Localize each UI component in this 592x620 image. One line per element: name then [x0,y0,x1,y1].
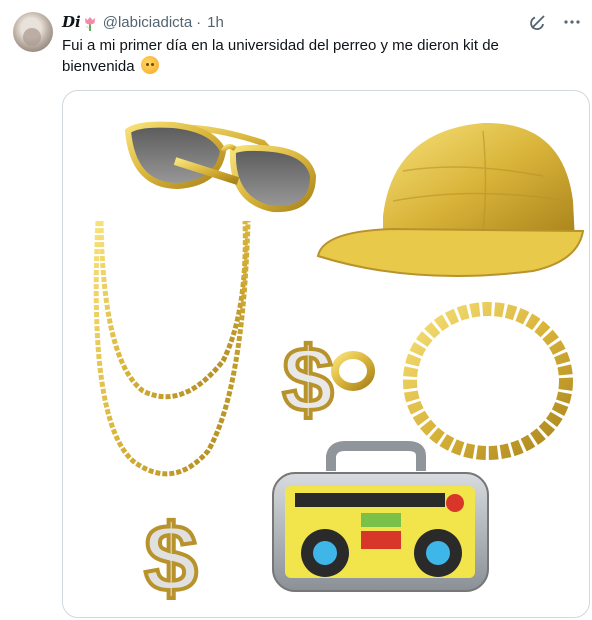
svg-text:$: $ [144,505,197,612]
tweet-actions [528,12,582,32]
sunglasses-item [124,121,317,213]
separator-dot: · [196,13,202,31]
boombox-item [272,441,489,592]
tweet-header: Di @labiciadicta · 1h [62,12,224,32]
gold-cap-item [316,122,585,277]
dollar-necklace-item [93,220,251,511]
grok-icon[interactable] [528,12,548,32]
dollar-pendant: $ [142,503,199,614]
timestamp[interactable]: 1h [207,14,224,31]
chain-bracelet-item [403,302,573,460]
tweet[interactable]: Di @labiciadicta · 1h Fui a mi primer dí… [0,0,592,620]
author-handle[interactable]: @labiciadicta [103,14,192,31]
tweet-text: Fui a mi primer día en la universidad de… [62,36,562,77]
svg-text:$: $ [282,329,333,431]
kit-illustration: $ $ [93,121,585,614]
author-name[interactable]: Di [62,13,81,31]
tulip-emoji-icon [83,16,97,32]
dollar-ring-item: $ [280,327,375,433]
more-options-icon[interactable] [562,12,582,32]
avatar[interactable] [13,12,53,52]
tweet-text-content: Fui a mi primer día en la universidad de… [62,37,499,75]
tweet-image[interactable]: $ $ [62,90,590,618]
hugging-face-emoji-icon [140,56,159,74]
